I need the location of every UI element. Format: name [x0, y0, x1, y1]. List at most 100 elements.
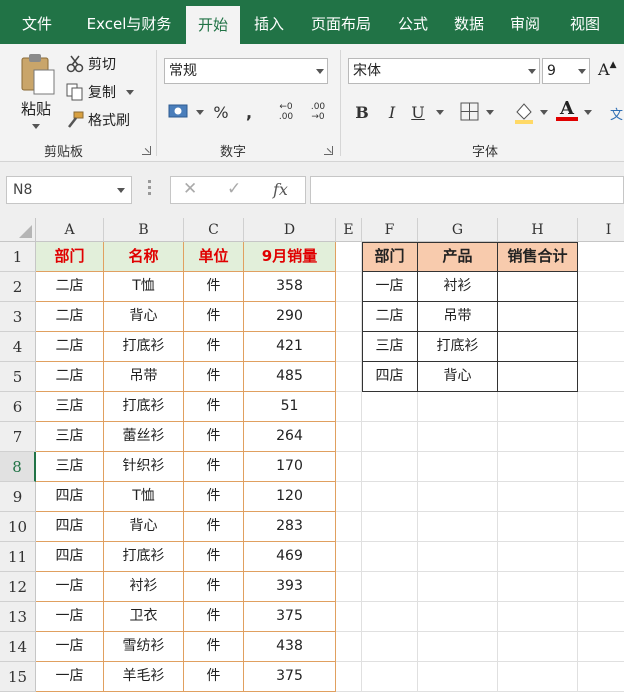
paste-dropdown-icon[interactable]	[32, 124, 40, 129]
cell[interactable]	[336, 332, 362, 362]
sales-table-cell[interactable]: 打底衫	[104, 332, 184, 362]
row-header-3[interactable]: 3	[0, 302, 36, 332]
sales-table-cell[interactable]: 衬衫	[104, 572, 184, 602]
sales-table-cell[interactable]: 393	[244, 572, 336, 602]
cell[interactable]	[362, 482, 418, 512]
column-header-G[interactable]: G	[418, 218, 498, 242]
cell[interactable]	[578, 422, 624, 452]
cell[interactable]	[418, 632, 498, 662]
sales-table-cell[interactable]: 三店	[36, 392, 104, 422]
decrease-decimal-button[interactable]: .00 →0	[304, 102, 332, 124]
row-header-12[interactable]: 12	[0, 572, 36, 602]
sales-table-cell[interactable]: 背心	[104, 512, 184, 542]
cell[interactable]	[578, 662, 624, 692]
tab-file[interactable]: 文件	[8, 0, 66, 44]
cell[interactable]	[362, 512, 418, 542]
borders-icon[interactable]	[460, 102, 480, 122]
underline-dropdown-icon[interactable]	[436, 110, 444, 115]
sales-table-cell[interactable]: 一店	[36, 602, 104, 632]
cell[interactable]	[362, 662, 418, 692]
column-header-H[interactable]: H	[498, 218, 578, 242]
cell[interactable]	[578, 242, 624, 272]
sales-table-cell[interactable]: 件	[184, 632, 244, 662]
cell[interactable]	[418, 572, 498, 602]
sales-table-cell[interactable]: 二店	[36, 302, 104, 332]
tab-review[interactable]: 审阅	[502, 0, 548, 44]
sales-table-cell[interactable]: 358	[244, 272, 336, 302]
cell[interactable]	[336, 602, 362, 632]
sales-table-cell[interactable]: 件	[184, 362, 244, 392]
row-header-8[interactable]: 8	[0, 452, 36, 482]
cell[interactable]	[498, 482, 578, 512]
row-header-1[interactable]: 1	[0, 242, 36, 272]
font-color-button[interactable]: A	[556, 98, 578, 121]
summary-table-cell[interactable]: 四店	[362, 362, 418, 392]
sales-table-cell[interactable]: 438	[244, 632, 336, 662]
summary-table-cell[interactable]	[498, 272, 578, 302]
cell[interactable]	[336, 542, 362, 572]
column-header-C[interactable]: C	[184, 218, 244, 242]
sales-table-cell[interactable]: 二店	[36, 332, 104, 362]
tab-page-layout[interactable]: 页面布局	[302, 0, 380, 44]
cell[interactable]	[418, 542, 498, 572]
cell[interactable]	[362, 392, 418, 422]
cell[interactable]	[336, 392, 362, 422]
sales-table-cell[interactable]: 件	[184, 662, 244, 692]
sales-table-cell[interactable]: 421	[244, 332, 336, 362]
sales-header-cell[interactable]: 部门	[36, 242, 104, 272]
sales-table-cell[interactable]: 件	[184, 602, 244, 632]
row-header-14[interactable]: 14	[0, 632, 36, 662]
phonetic-guide-button[interactable]: 文	[610, 104, 623, 123]
fill-color-icon[interactable]	[512, 100, 536, 124]
column-header-I[interactable]: I	[578, 218, 624, 242]
sales-header-cell[interactable]: 9月销量	[244, 242, 336, 272]
percent-button[interactable]: %	[210, 102, 232, 124]
worksheet-grid[interactable]: ABCDEFGHI 1 2 3 4 5 6 7 8 9 10 11 12 13 14 15 部门 名称 单位 9月…	[0, 218, 624, 700]
italic-button[interactable]: I	[382, 102, 402, 124]
paste-button[interactable]: 粘贴	[14, 52, 58, 136]
cut-button[interactable]: 剪切	[66, 52, 116, 76]
underline-button[interactable]: U	[408, 102, 428, 124]
sales-table-cell[interactable]: 卫衣	[104, 602, 184, 632]
cell[interactable]	[336, 362, 362, 392]
cell[interactable]	[498, 602, 578, 632]
column-header-E[interactable]: E	[336, 218, 362, 242]
cell[interactable]	[498, 632, 578, 662]
summary-table-cell[interactable]: 三店	[362, 332, 418, 362]
accounting-format-icon[interactable]	[168, 102, 190, 122]
drag-handle-icon[interactable]	[148, 180, 152, 198]
cell[interactable]	[336, 302, 362, 332]
cell[interactable]	[578, 452, 624, 482]
row-header-13[interactable]: 13	[0, 602, 36, 632]
sales-table-cell[interactable]: 120	[244, 482, 336, 512]
cell[interactable]	[498, 392, 578, 422]
column-header-F[interactable]: F	[362, 218, 418, 242]
cell[interactable]	[578, 272, 624, 302]
sales-table-cell[interactable]: 一店	[36, 662, 104, 692]
tab-home[interactable]: 开始	[186, 6, 240, 44]
cell[interactable]	[362, 572, 418, 602]
cell[interactable]	[418, 602, 498, 632]
cell[interactable]	[362, 452, 418, 482]
sales-table-cell[interactable]: 375	[244, 662, 336, 692]
cell[interactable]	[336, 422, 362, 452]
sales-table-cell[interactable]: 背心	[104, 302, 184, 332]
sales-table-cell[interactable]: 件	[184, 422, 244, 452]
cell[interactable]	[336, 512, 362, 542]
sales-table-cell[interactable]: 针织衫	[104, 452, 184, 482]
cell[interactable]	[336, 272, 362, 302]
sales-table-cell[interactable]: 件	[184, 452, 244, 482]
row-header-6[interactable]: 6	[0, 392, 36, 422]
sales-table-cell[interactable]: 件	[184, 542, 244, 572]
cell[interactable]	[418, 512, 498, 542]
sales-table-cell[interactable]: 三店	[36, 452, 104, 482]
sales-header-cell[interactable]: 名称	[104, 242, 184, 272]
sales-table-cell[interactable]: 51	[244, 392, 336, 422]
fill-color-dropdown-icon[interactable]	[540, 110, 548, 115]
tab-excel-finance[interactable]: Excel与财务	[76, 0, 182, 44]
copy-button[interactable]: 复制	[66, 80, 134, 104]
cell[interactable]	[336, 572, 362, 602]
sales-table-cell[interactable]: 羊毛衫	[104, 662, 184, 692]
increase-decimal-button[interactable]: ←0 .00	[272, 102, 300, 124]
cancel-icon[interactable]: ✕	[183, 179, 197, 199]
